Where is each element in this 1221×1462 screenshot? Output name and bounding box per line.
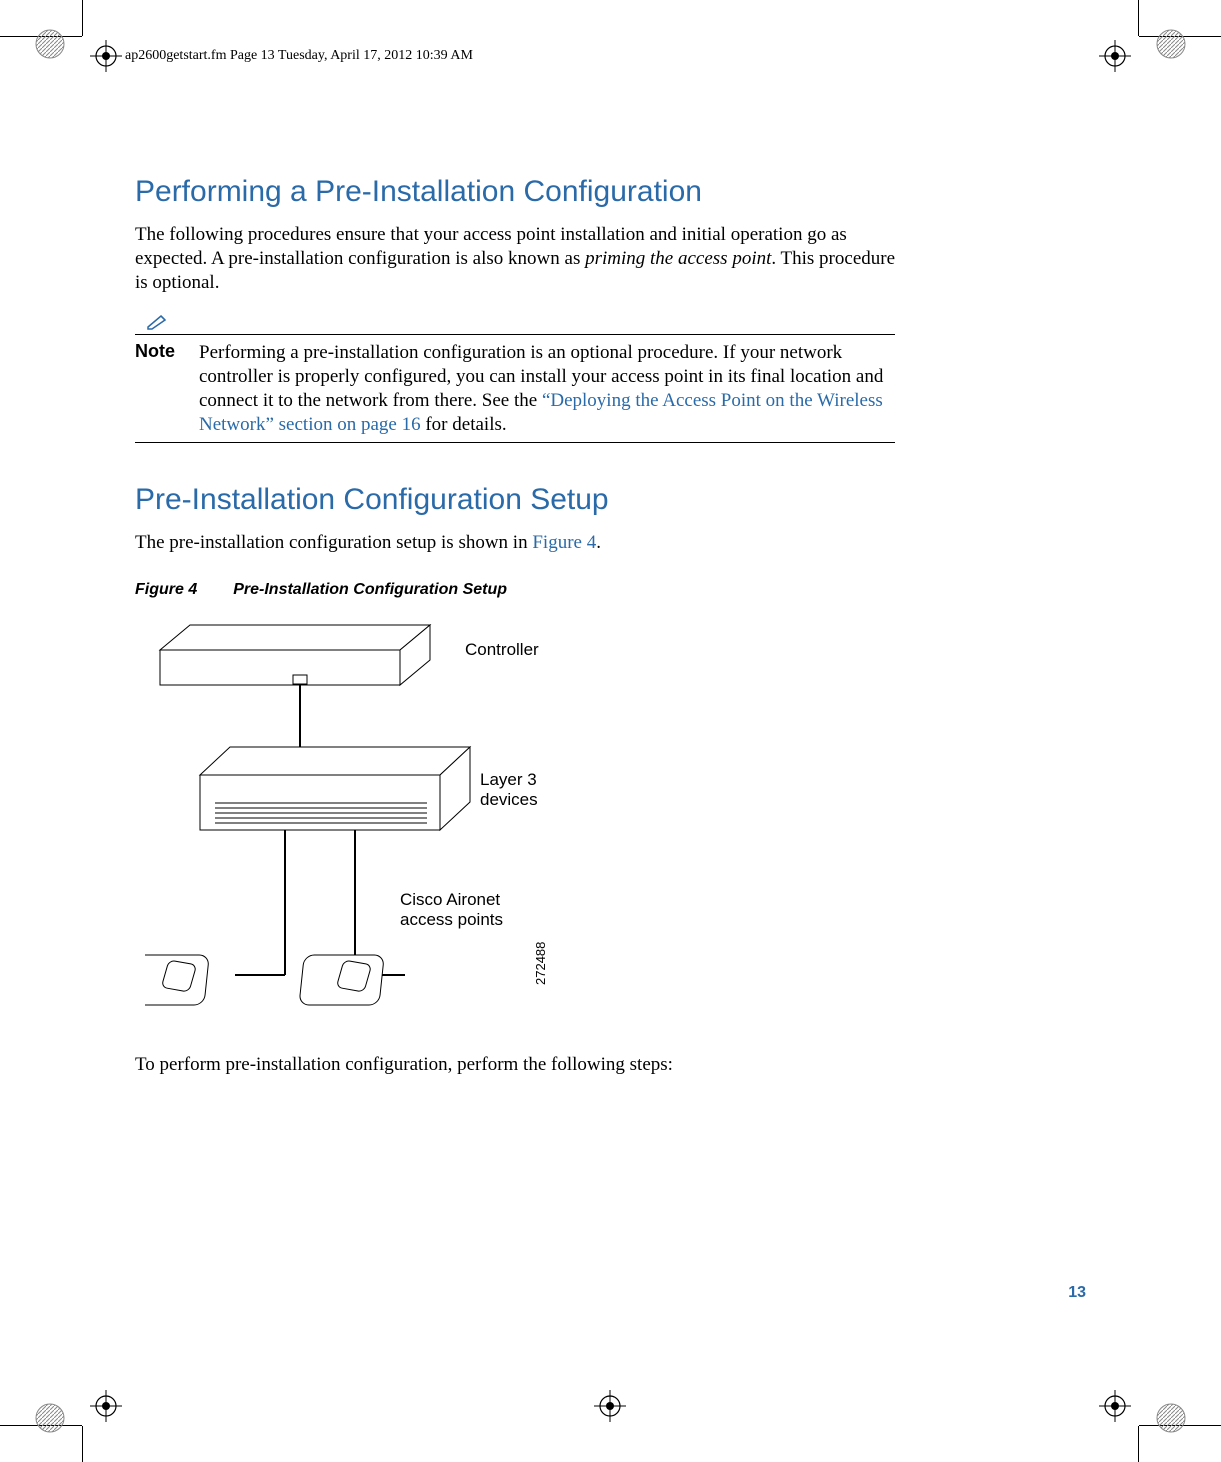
note-text-b: for details. xyxy=(421,414,507,435)
heading-setup: Pre-Installation Configuration Setup xyxy=(135,483,895,517)
registration-mark-icon xyxy=(90,1390,122,1422)
layer3-label-1: Layer 3 xyxy=(480,770,537,789)
after-figure-text: To perform pre-installation configuratio… xyxy=(135,1053,895,1077)
access-point-right xyxy=(299,955,384,1005)
note-rule-bottom xyxy=(135,442,895,443)
cropmark xyxy=(1138,1426,1139,1462)
setup-intro-b: . xyxy=(596,532,601,553)
setup-intro-paragraph: The pre-installation configuration setup… xyxy=(135,531,895,555)
controller-box xyxy=(160,625,430,685)
note-block: Note Performing a pre-installation confi… xyxy=(135,314,895,443)
registration-mark-icon xyxy=(594,1390,626,1422)
page-number: 13 xyxy=(1068,1284,1086,1302)
heading-preinstall-config: Performing a Pre-Installation Configurat… xyxy=(135,175,895,209)
figure-title: Pre-Installation Configuration Setup xyxy=(233,581,507,598)
cropmark xyxy=(1138,0,1139,36)
registration-mark-icon xyxy=(90,40,122,72)
cropmark xyxy=(82,0,83,36)
ap-label-1: Cisco Aironet xyxy=(400,890,500,909)
hatched-circle-icon xyxy=(1155,28,1187,60)
note-pencil-icon xyxy=(147,314,169,330)
hatched-circle-icon xyxy=(34,1402,66,1434)
figure-ref-number: 272488 xyxy=(533,942,548,985)
registration-mark-icon xyxy=(1099,40,1131,72)
note-body: Performing a pre-installation configurat… xyxy=(199,341,895,436)
figure-caption: Figure 4 Pre-Installation Configuration S… xyxy=(135,581,895,599)
content-area: Performing a Pre-Installation Configurat… xyxy=(135,175,895,1095)
intro-text-italic: priming the access point xyxy=(585,248,771,269)
intro-paragraph: The following procedures ensure that you… xyxy=(135,223,895,294)
layer3-box xyxy=(200,747,470,830)
setup-intro-a: The pre-installation configuration setup… xyxy=(135,532,532,553)
note-label: Note xyxy=(135,341,199,362)
figure4-link[interactable]: Figure 4 xyxy=(532,532,596,553)
registration-mark-icon xyxy=(1099,1390,1131,1422)
access-point-left xyxy=(145,955,209,1005)
hatched-circle-icon xyxy=(1155,1402,1187,1434)
figure-label: Figure 4 xyxy=(135,581,197,598)
layer3-label-2: devices xyxy=(480,790,538,809)
ap-label-2: access points xyxy=(400,910,503,929)
page: ap2600getstart.fm Page 13 Tuesday, April… xyxy=(0,0,1221,1462)
controller-label: Controller xyxy=(465,640,539,659)
figure-4-diagram: Controller Layer 3 devices xyxy=(145,615,565,1025)
doc-header: ap2600getstart.fm Page 13 Tuesday, April… xyxy=(125,48,473,64)
hatched-circle-icon xyxy=(34,28,66,60)
cropmark xyxy=(82,1426,83,1462)
